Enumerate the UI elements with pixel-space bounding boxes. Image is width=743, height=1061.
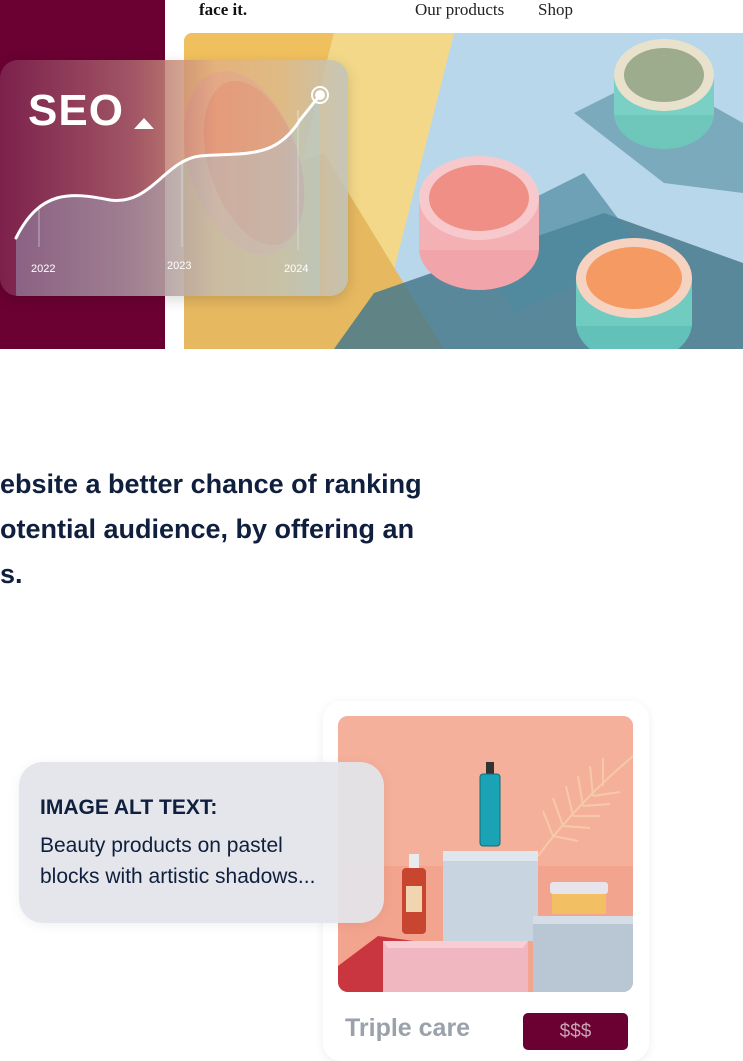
headline-text: ebsite a better chance of ranking otenti… [0, 462, 743, 597]
nav-link-shop[interactable]: Shop [538, 0, 573, 20]
nav-link-our-products[interactable]: Our products [415, 0, 504, 20]
headline-line-1: ebsite a better chance of ranking [0, 469, 422, 499]
headline-line-3: s. [0, 559, 23, 589]
trend-endpoint-dot [315, 90, 325, 100]
year-label-2022: 2022 [31, 263, 56, 275]
seo-growth-card: SEO 2022 2023 2024 [0, 60, 348, 296]
seo-title: SEO [28, 86, 124, 135]
year-label-2023: 2023 [167, 260, 192, 272]
alt-text-line-2: blocks with artistic shadows... [40, 865, 316, 888]
alt-text-line-1: Beauty products on pastel [40, 834, 283, 857]
year-label-2024: 2024 [284, 263, 309, 275]
up-arrow-icon [134, 118, 154, 129]
headline-line-2: otential audience, by offering an [0, 514, 415, 544]
site-logo[interactable]: face it. [199, 0, 247, 20]
alt-text-description: Beauty products on pastel blocks with ar… [40, 830, 370, 892]
alt-text-title: IMAGE ALT TEXT: [40, 796, 218, 819]
product-name: Triple care [345, 1014, 471, 1042]
price-button[interactable]: $$$ [523, 1013, 628, 1050]
alt-text-card: IMAGE ALT TEXT: Beauty products on paste… [19, 762, 384, 923]
